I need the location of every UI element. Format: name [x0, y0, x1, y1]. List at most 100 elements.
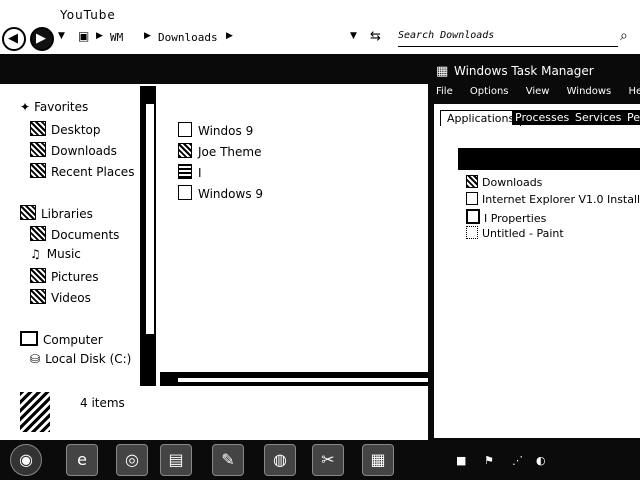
menu-options[interactable]: Options [470, 86, 509, 97]
table-row[interactable]: I Properties [466, 209, 546, 225]
refresh-icon[interactable]: ⇆ [370, 29, 381, 44]
tab-performance[interactable]: Pe [624, 110, 640, 125]
nav-item-label: Pictures [51, 270, 99, 284]
music-icon: ♫ [30, 247, 41, 261]
tab-processes[interactable]: Processes [512, 110, 573, 125]
menu-help[interactable]: Help [628, 86, 640, 97]
nav-item-desktop[interactable]: Desktop [30, 121, 101, 137]
history-dropdown-icon[interactable]: ▼ [58, 31, 65, 41]
address-dropdown-icon[interactable]: ▼ [350, 31, 357, 41]
start-orb-icon[interactable]: ◉ [10, 444, 42, 476]
nav-item-music[interactable]: ♫ Music [30, 247, 81, 261]
tab-services[interactable]: Services [572, 110, 625, 125]
nav-item-label: Videos [51, 291, 91, 305]
list-item[interactable]: Joe Theme [178, 143, 261, 159]
pictures-icon [30, 268, 46, 283]
tray-network-icon[interactable]: ⋰ [512, 454, 523, 467]
search-icon[interactable]: ⌕ [620, 28, 628, 44]
scrollbar-separator [156, 371, 160, 387]
table-row[interactable]: Downloads [466, 175, 542, 189]
nav-item-label: Downloads [51, 144, 117, 158]
computer-icon [20, 331, 38, 346]
chrome-icon[interactable]: ◍ [264, 444, 296, 476]
file-name: I [198, 166, 202, 180]
nav-item-documents[interactable]: Documents [30, 226, 119, 242]
downloads-icon [466, 175, 478, 188]
search-input[interactable]: Search Downloads [398, 30, 618, 47]
breadcrumb-downloads[interactable]: Downloads [158, 31, 218, 44]
explorer-icon[interactable]: ▤ [160, 444, 192, 476]
nav-item-local-disk[interactable]: ⛁ Local Disk (C:) [30, 352, 131, 366]
table-row[interactable]: Internet Explorer V1.0 Installation [466, 192, 640, 206]
document-icon [178, 185, 192, 200]
shortcut-icon [178, 164, 192, 179]
ie-icon[interactable]: e [66, 444, 98, 476]
folder-icon: ▣ [78, 29, 90, 43]
file-name: Windows 9 [198, 187, 264, 201]
nav-computer[interactable]: Computer [20, 331, 103, 347]
navigation-pane: ✦ Favorites Desktop Downloads Recent Plac… [0, 86, 140, 438]
installer-icon [466, 192, 478, 205]
videos-icon [30, 289, 46, 304]
details-thumbnail-icon [20, 392, 50, 432]
table-row[interactable]: Untitled - Paint [466, 226, 564, 240]
nav-item-label: Desktop [51, 123, 101, 137]
divider-inner [146, 104, 154, 334]
nav-favorites[interactable]: ✦ Favorites [20, 100, 88, 114]
task-manager-icon: ▦ [436, 64, 449, 79]
app-name: Untitled - Paint [482, 227, 564, 240]
explorer-toolbar: ◀ ▶ ▼ ▣ ▶ WM ▶ Downloads ▶ ▼ ⇆ Search Do… [0, 26, 640, 52]
scrollbar-track [178, 378, 428, 382]
task-manager-title: Windows Task Manager [454, 64, 594, 78]
recent-places-icon [30, 163, 46, 178]
file-name: Windos 9 [198, 124, 254, 138]
app-name: Downloads [482, 176, 543, 189]
properties-icon [466, 209, 480, 224]
nav-item-label: Recent Places [51, 165, 135, 179]
tray-flag-icon[interactable]: ⚑ [484, 454, 494, 467]
nav-item-label: Documents [51, 228, 120, 242]
menu-file[interactable]: File [436, 86, 453, 97]
task-manager-taskbar-icon[interactable]: ▦ [362, 444, 394, 476]
documents-icon [30, 226, 46, 241]
item-count: 4 items [80, 396, 125, 410]
paint-icon[interactable]: ✎ [212, 444, 244, 476]
back-button[interactable]: ◀ [2, 27, 26, 51]
nav-item-videos[interactable]: Videos [30, 289, 91, 305]
list-item[interactable]: Windos 9 [178, 122, 253, 138]
tools-icon[interactable]: ✂ [312, 444, 344, 476]
menu-view[interactable]: View [526, 86, 550, 97]
desktop-icon [30, 121, 46, 136]
list-item[interactable]: I [178, 164, 202, 180]
tray-volume-icon[interactable]: ◐ [536, 454, 546, 467]
nav-computer-label: Computer [43, 333, 103, 347]
nav-item-label: Local Disk (C:) [45, 352, 132, 366]
libraries-icon [20, 205, 36, 220]
nav-libraries[interactable]: Libraries [20, 205, 93, 221]
media-player-icon[interactable]: ◎ [116, 444, 148, 476]
task-list-header [458, 148, 640, 170]
breadcrumb-separator-icon[interactable]: ▶ [226, 31, 233, 41]
theme-icon [178, 143, 192, 158]
nav-item-pictures[interactable]: Pictures [30, 268, 99, 284]
local-disk-icon: ⛁ [30, 352, 41, 366]
nav-libraries-label: Libraries [41, 207, 93, 221]
nav-item-downloads[interactable]: Downloads [30, 142, 117, 158]
list-item[interactable]: Windows 9 [178, 185, 263, 201]
document-icon [178, 122, 192, 137]
tray-square-icon[interactable]: ■ [456, 454, 466, 467]
window-title: YouTube [60, 8, 116, 22]
breadcrumb-separator-icon[interactable]: ▶ [96, 31, 103, 41]
nav-item-recent-places[interactable]: Recent Places [30, 163, 134, 179]
breadcrumb-separator-icon[interactable]: ▶ [144, 31, 151, 41]
paint-icon [466, 226, 478, 239]
menu-windows[interactable]: Windows [567, 86, 612, 97]
forward-arrow-icon: ▶ [36, 31, 46, 46]
tab-applications[interactable]: Applications [440, 110, 522, 126]
task-manager-menu: File Options View Windows Help [436, 86, 640, 98]
nav-favorites-label: Favorites [34, 100, 89, 114]
forward-button[interactable]: ▶ [30, 27, 54, 51]
file-list: Windos 9 Joe Theme I Windows 9 [160, 86, 430, 376]
star-icon: ✦ [20, 100, 31, 114]
breadcrumb-wm[interactable]: WM [110, 31, 123, 44]
